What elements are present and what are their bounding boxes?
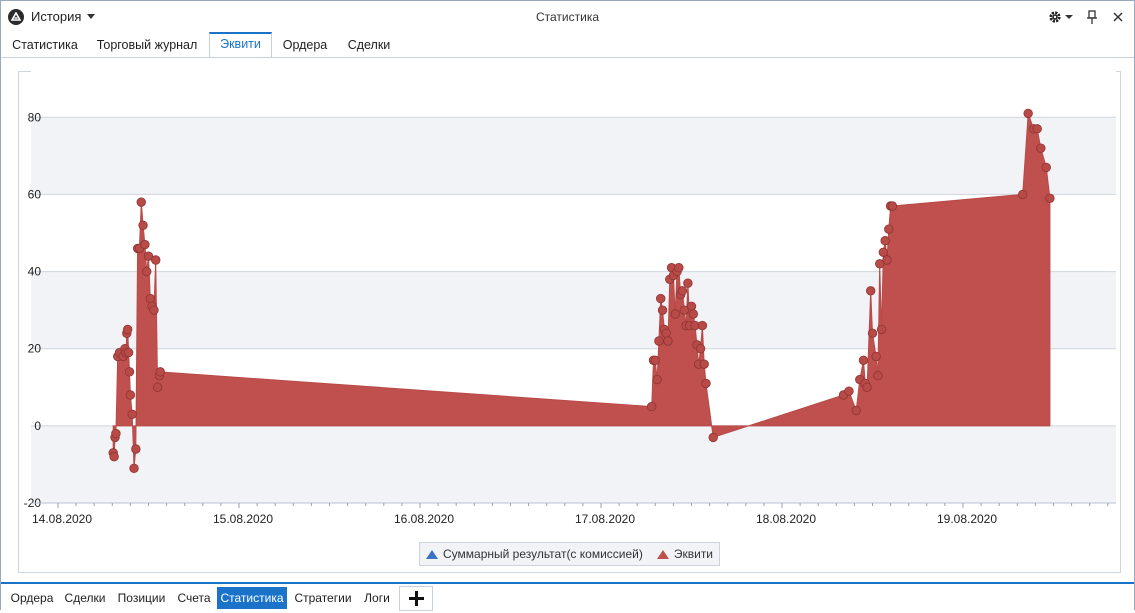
x-tick-label: 15.08.2020: [213, 512, 273, 526]
equity-point[interactable]: [149, 305, 159, 315]
equity-point[interactable]: [1032, 124, 1042, 134]
equity-point[interactable]: [882, 255, 892, 265]
bottom-tab-logs[interactable]: Логи: [358, 588, 396, 609]
chart-band: [31, 425, 1116, 503]
equity-point[interactable]: [136, 197, 146, 207]
x-axis: 14.08.2020 15.08.2020 16.08.2020 17.08.2020…: [31, 502, 1116, 526]
chart-legend: Суммарный результат(с комиссией) Эквити: [419, 542, 721, 566]
equity-point[interactable]: [141, 266, 152, 277]
plus-icon: [409, 591, 424, 606]
x-tick-label: 18.08.2020: [756, 512, 816, 526]
chart-band: [31, 117, 1116, 195]
equity-point[interactable]: [887, 201, 898, 211]
legend-label-equity: Эквити: [673, 547, 714, 561]
equity-point[interactable]: [663, 336, 673, 346]
bottom-tab-positions[interactable]: Позиции: [113, 588, 170, 609]
equity-point[interactable]: [124, 367, 135, 377]
x-tick-label: 14.08.2020: [32, 512, 92, 526]
equity-point[interactable]: [109, 452, 119, 462]
equity-point[interactable]: [129, 463, 139, 473]
equity-point[interactable]: [865, 286, 876, 296]
equity-point[interactable]: [140, 239, 150, 250]
equity-point[interactable]: [701, 378, 711, 389]
equity-point[interactable]: [697, 320, 708, 331]
equity-point[interactable]: [878, 247, 889, 257]
chart-band: [31, 71, 1116, 118]
bottom-tab-bar: Ордера Сделки Позиции Счета Статистика С…: [1, 582, 1134, 611]
equity-point[interactable]: [862, 382, 872, 392]
bottom-tab-accounts[interactable]: Счета: [173, 588, 215, 609]
equity-point[interactable]: [654, 336, 664, 346]
equity-point[interactable]: [138, 220, 148, 230]
add-tab-button[interactable]: [399, 586, 433, 611]
equity-point[interactable]: [851, 405, 861, 416]
bottom-tab-strategies[interactable]: Стратегии: [291, 588, 355, 609]
equity-point[interactable]: [652, 374, 662, 385]
bottom-tab-statistics[interactable]: Статистика: [217, 587, 287, 609]
equity-point[interactable]: [656, 293, 666, 304]
main-window: История Статистика Статистика Торговый ж…: [0, 0, 1135, 611]
equity-point[interactable]: [111, 428, 121, 439]
triangle-up-icon: [426, 549, 438, 559]
x-tick-label: 17.08.2020: [575, 512, 635, 526]
equity-point[interactable]: [884, 224, 894, 234]
y-tick-label: 0: [34, 419, 41, 433]
equity-point[interactable]: [708, 432, 718, 443]
x-tick-label: 16.08.2020: [394, 512, 454, 526]
equity-point[interactable]: [876, 324, 887, 335]
equity-point[interactable]: [152, 382, 163, 392]
legend-label-total: Суммарный результат(с комиссией): [443, 547, 643, 561]
equity-point[interactable]: [155, 367, 165, 377]
y-tick-label: 20: [28, 342, 42, 356]
equity-point[interactable]: [699, 359, 709, 369]
equity-point[interactable]: [125, 390, 136, 400]
legend-item-equity[interactable]: Эквити: [656, 547, 714, 561]
equity-point[interactable]: [1018, 189, 1028, 200]
equity-point[interactable]: [650, 355, 661, 365]
equity-point[interactable]: [646, 401, 657, 412]
equity-point[interactable]: [873, 371, 883, 381]
equity-point[interactable]: [122, 324, 133, 335]
equity-point[interactable]: [695, 344, 706, 354]
equity-point[interactable]: [880, 236, 890, 246]
equity-point[interactable]: [677, 286, 688, 296]
equity-point[interactable]: [127, 409, 137, 419]
equity-point[interactable]: [151, 255, 161, 265]
bottom-tab-orders[interactable]: Ордера: [7, 588, 57, 609]
equity-point[interactable]: [683, 278, 693, 288]
equity-point[interactable]: [686, 301, 697, 311]
equity-point[interactable]: [145, 293, 156, 304]
equity-point[interactable]: [858, 355, 869, 365]
equity-point[interactable]: [1023, 108, 1033, 119]
legend-item-total[interactable]: Суммарный результат(с комиссией): [426, 547, 643, 561]
equity-point[interactable]: [661, 328, 671, 338]
equity-point[interactable]: [1041, 162, 1051, 173]
equity-point[interactable]: [670, 309, 680, 319]
equity-point[interactable]: [688, 309, 699, 319]
equity-chart[interactable]: -20020406080 14.08.2020 15.08.2020 16.08.2…: [1, 1, 1135, 531]
equity-point[interactable]: [674, 263, 684, 273]
triangle-up-icon: [656, 549, 669, 559]
y-tick-label: 60: [28, 187, 42, 201]
bottom-tab-deals[interactable]: Сделки: [61, 588, 109, 609]
equity-point[interactable]: [871, 351, 881, 362]
equity-point[interactable]: [123, 347, 134, 358]
equity-point[interactable]: [131, 444, 141, 454]
equity-point[interactable]: [844, 386, 854, 396]
equity-point[interactable]: [1036, 143, 1046, 153]
x-tick-label: 19.08.2020: [937, 512, 997, 526]
equity-point[interactable]: [1045, 193, 1055, 203]
y-tick-label: 40: [28, 265, 42, 279]
equity-point[interactable]: [867, 328, 878, 338]
y-tick-label: 80: [28, 110, 42, 124]
equity-point[interactable]: [657, 305, 668, 315]
